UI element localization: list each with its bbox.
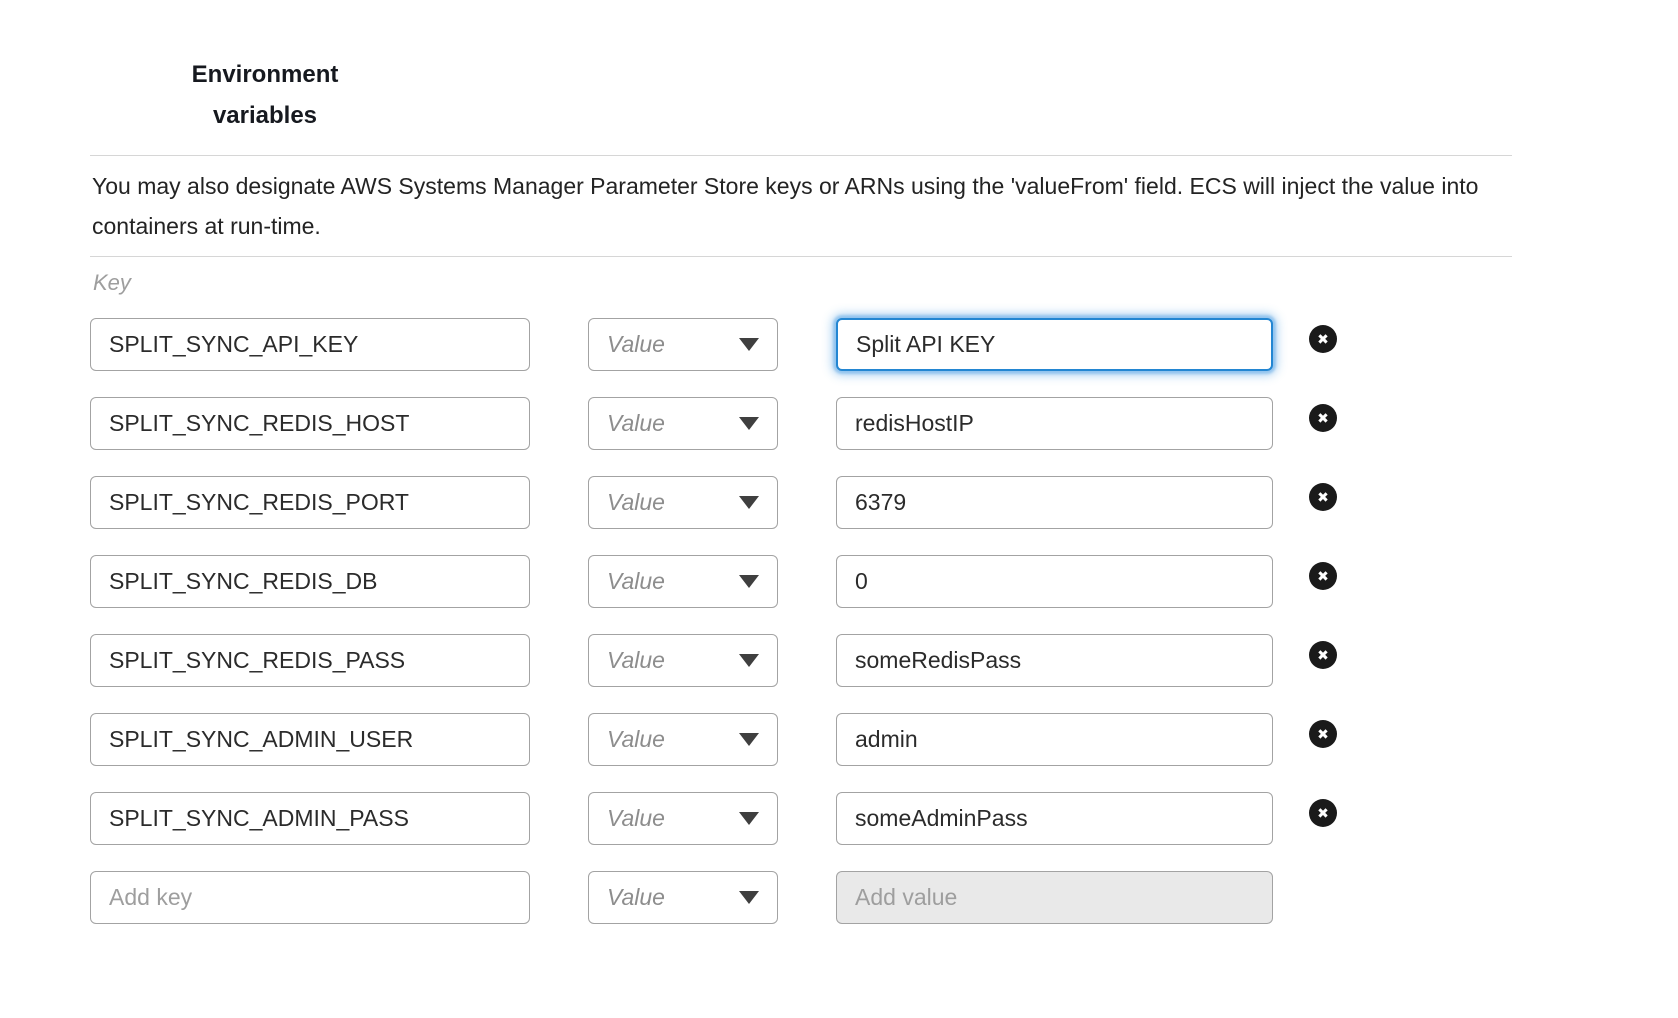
env-value-input[interactable]	[836, 555, 1273, 608]
add-value-input[interactable]	[836, 871, 1273, 924]
remove-variable-button[interactable]: ✖	[1309, 404, 1337, 432]
env-value-input[interactable]	[836, 792, 1273, 845]
remove-variable-button[interactable]: ✖	[1309, 325, 1337, 353]
value-type-label: Value	[607, 568, 665, 595]
remove-variable-button[interactable]: ✖	[1309, 483, 1337, 511]
env-value-input[interactable]	[836, 318, 1273, 371]
key-column-header: Key	[93, 270, 131, 296]
env-key-input[interactable]	[90, 476, 530, 529]
value-type-label: Value	[607, 331, 665, 358]
env-var-row: Value ✖	[90, 713, 1337, 766]
chevron-down-icon	[739, 338, 759, 351]
value-type-select[interactable]: Value	[588, 318, 778, 371]
env-key-input[interactable]	[90, 634, 530, 687]
remove-icon: ✖	[1317, 411, 1329, 425]
chevron-down-icon	[739, 496, 759, 509]
env-value-input[interactable]	[836, 634, 1273, 687]
value-type-select[interactable]: Value	[588, 792, 778, 845]
value-type-label: Value	[607, 805, 665, 832]
env-var-row: Value ✖	[90, 318, 1337, 371]
env-var-rows: Value ✖ Value ✖ Value ✖ Value	[90, 318, 1337, 950]
remove-variable-button[interactable]: ✖	[1309, 720, 1337, 748]
remove-variable-button[interactable]: ✖	[1309, 562, 1337, 590]
remove-variable-button[interactable]: ✖	[1309, 799, 1337, 827]
env-var-row: Value ✖	[90, 634, 1337, 687]
remove-icon: ✖	[1317, 806, 1329, 820]
env-value-input[interactable]	[836, 476, 1273, 529]
env-key-input[interactable]	[90, 555, 530, 608]
value-type-label: Value	[607, 726, 665, 753]
remove-icon: ✖	[1317, 490, 1329, 504]
value-type-select[interactable]: Value	[588, 634, 778, 687]
value-type-select[interactable]: Value	[588, 713, 778, 766]
env-var-row: Value ✖	[90, 476, 1337, 529]
env-key-input[interactable]	[90, 792, 530, 845]
chevron-down-icon	[739, 417, 759, 430]
add-key-input[interactable]	[90, 871, 530, 924]
add-variable-row: Value	[90, 871, 1337, 924]
value-type-select[interactable]: Value	[588, 397, 778, 450]
section-title: Environment variables	[90, 54, 440, 136]
env-key-input[interactable]	[90, 713, 530, 766]
env-var-row: Value ✖	[90, 792, 1337, 845]
chevron-down-icon	[739, 812, 759, 825]
value-type-label: Value	[607, 489, 665, 516]
remove-icon: ✖	[1317, 727, 1329, 741]
chevron-down-icon	[739, 733, 759, 746]
value-type-select[interactable]: Value	[588, 871, 778, 924]
env-value-input[interactable]	[836, 397, 1273, 450]
chevron-down-icon	[739, 891, 759, 904]
value-type-select[interactable]: Value	[588, 555, 778, 608]
value-type-select[interactable]: Value	[588, 476, 778, 529]
value-type-label: Value	[607, 647, 665, 674]
env-value-input[interactable]	[836, 713, 1273, 766]
help-text: You may also designate AWS Systems Manag…	[92, 166, 1522, 246]
env-key-input[interactable]	[90, 318, 530, 371]
remove-icon: ✖	[1317, 332, 1329, 346]
remove-variable-button[interactable]: ✖	[1309, 641, 1337, 669]
value-type-label: Value	[607, 884, 665, 911]
divider-bottom	[90, 256, 1512, 257]
section-title-line-1: Environment	[90, 54, 440, 95]
value-type-label: Value	[607, 410, 665, 437]
remove-icon: ✖	[1317, 569, 1329, 583]
divider-top	[90, 155, 1512, 156]
chevron-down-icon	[739, 575, 759, 588]
env-var-row: Value ✖	[90, 555, 1337, 608]
env-var-row: Value ✖	[90, 397, 1337, 450]
remove-icon: ✖	[1317, 648, 1329, 662]
env-key-input[interactable]	[90, 397, 530, 450]
section-title-line-2: variables	[90, 95, 440, 136]
chevron-down-icon	[739, 654, 759, 667]
